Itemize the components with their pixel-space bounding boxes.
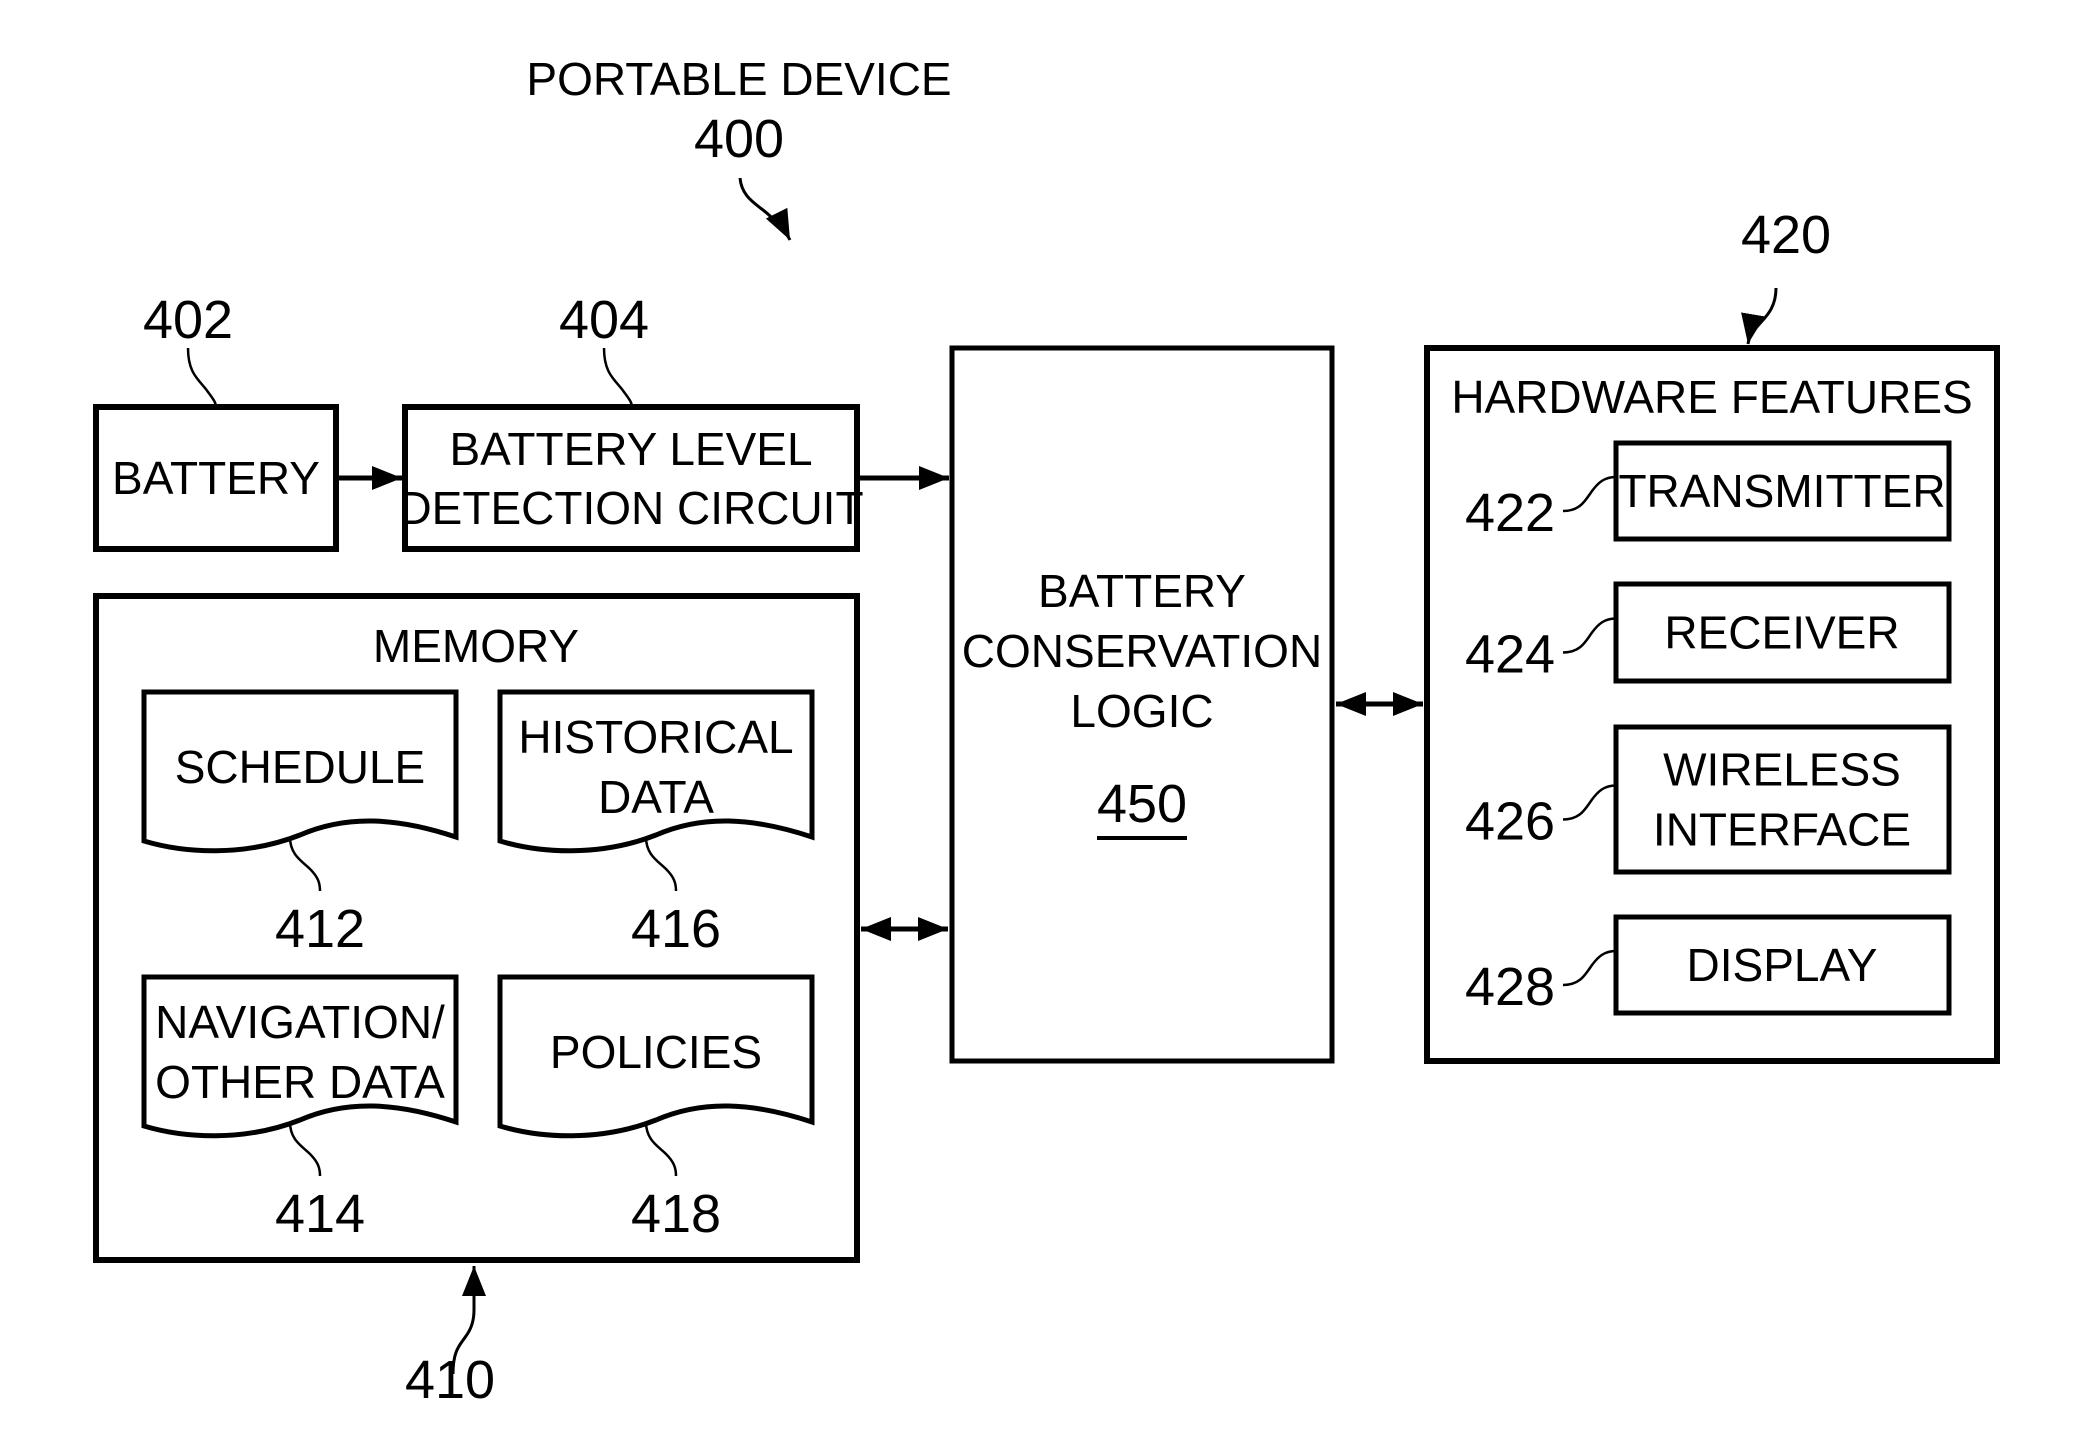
hardware-item-ref: 424 bbox=[1465, 625, 1555, 685]
battery-block: 402 BATTERY bbox=[93, 290, 339, 552]
hardware-item-label: TRANSMITTER bbox=[1618, 465, 1945, 517]
document-label: HISTORICAL bbox=[518, 711, 793, 763]
battery-label: BATTERY bbox=[112, 452, 320, 504]
patent-diagram: PORTABLE DEVICE 400 402 BATTERY 404 BATT… bbox=[93, 53, 2000, 1410]
memory-block: MEMORY SCHEDULE 412 HISTORICAL DATA 416 NAVIG… bbox=[93, 593, 860, 1410]
logic-label-line-2: CONSERVATION bbox=[962, 625, 1322, 677]
hardware-label: HARDWARE FEATURES bbox=[1451, 371, 1972, 423]
logic-label-line-1: BATTERY bbox=[1038, 565, 1246, 617]
detection-label-line-2: DETECTION CIRCUIT bbox=[398, 482, 863, 534]
battery-leader-line bbox=[186, 347, 218, 408]
memory-label: MEMORY bbox=[373, 620, 579, 672]
document-ref: 418 bbox=[631, 1184, 721, 1244]
document-ref: 414 bbox=[275, 1184, 365, 1244]
document-ref: 412 bbox=[275, 899, 365, 959]
hardware-item-label: INTERFACE bbox=[1653, 804, 1911, 856]
document-label: NAVIGATION/ bbox=[155, 996, 445, 1048]
conservation-logic-block: BATTERY CONSERVATION LOGIC 450 bbox=[949, 345, 1335, 1064]
battery-ref: 402 bbox=[143, 290, 233, 350]
logic-ref: 450 bbox=[1097, 774, 1187, 834]
device-title: PORTABLE DEVICE 400 bbox=[526, 53, 952, 241]
device-ref: 400 bbox=[694, 109, 784, 169]
hardware-features-block: 420 HARDWARE FEATURES TRANSMITTER 422 RECE… bbox=[1424, 205, 2000, 1064]
logic-label-line-3: LOGIC bbox=[1070, 685, 1213, 737]
hardware-item-ref: 422 bbox=[1465, 483, 1555, 543]
device-leader-arrow bbox=[738, 177, 792, 241]
document-ref: 416 bbox=[631, 899, 721, 959]
document-label: POLICIES bbox=[550, 1026, 762, 1078]
hardware-item-ref: 426 bbox=[1465, 792, 1555, 852]
hardware-item-ref: 428 bbox=[1465, 957, 1555, 1017]
document-label: OTHER DATA bbox=[155, 1056, 445, 1108]
document-label: DATA bbox=[598, 771, 714, 823]
detection-label-line-1: BATTERY LEVEL bbox=[449, 423, 812, 475]
device-title-text: PORTABLE DEVICE bbox=[526, 53, 951, 105]
memory-ref: 410 bbox=[405, 1350, 495, 1410]
hardware-leader-arrow bbox=[1741, 287, 1778, 345]
document-label: SCHEDULE bbox=[175, 741, 426, 793]
hardware-item-label: DISPLAY bbox=[1687, 939, 1878, 991]
hardware-item-label: RECEIVER bbox=[1664, 607, 1899, 659]
hardware-ref: 420 bbox=[1741, 205, 1831, 265]
detection-circuit-block: 404 BATTERY LEVEL DETECTION CIRCUIT bbox=[398, 290, 864, 552]
detection-leader-line bbox=[602, 347, 634, 408]
detection-ref: 404 bbox=[559, 290, 649, 350]
hardware-item-label: WIRELESS bbox=[1663, 744, 1901, 796]
